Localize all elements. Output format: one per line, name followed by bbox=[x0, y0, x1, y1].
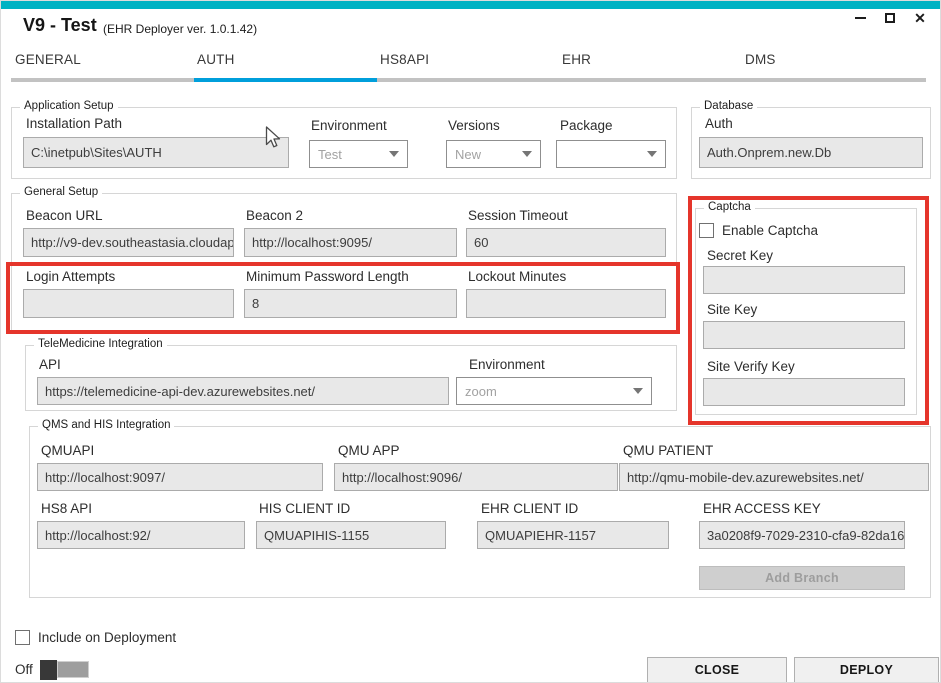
login-attempts-label: Login Attempts bbox=[26, 269, 115, 284]
beacon-url-field[interactable]: http://v9-dev.southeastasia.cloudapp. bbox=[23, 228, 234, 257]
telemedicine-group-title: TeleMedicine Integration bbox=[34, 338, 167, 350]
tab-auth[interactable]: AUTH bbox=[197, 52, 235, 67]
close-button[interactable]: ✕ bbox=[910, 8, 930, 28]
beacon-2-field[interactable]: http://localhost:9095/ bbox=[244, 228, 457, 257]
qmuapi-label: QMUAPI bbox=[41, 443, 94, 458]
database-group-title: Database bbox=[700, 100, 757, 112]
tab-dms[interactable]: DMS bbox=[745, 52, 776, 67]
window-subtitle: (EHR Deployer ver. 1.0.1.42) bbox=[103, 22, 257, 36]
minimum-password-length-label: Minimum Password Length bbox=[246, 269, 409, 284]
site-key-field[interactable] bbox=[703, 321, 905, 349]
beacon-2-label: Beacon 2 bbox=[246, 208, 303, 223]
installation-path-field[interactable]: C:\inetpub\Sites\AUTH bbox=[23, 137, 289, 168]
versions-dropdown-value: New bbox=[455, 147, 481, 162]
qmu-patient-field[interactable]: http://qmu-mobile-dev.azurewebsites.net/ bbox=[619, 463, 929, 491]
general-setup-group-title: General Setup bbox=[20, 186, 102, 198]
application-setup-group-title: Application Setup bbox=[20, 100, 118, 112]
environment-label: Environment bbox=[311, 118, 387, 133]
close-icon: ✕ bbox=[914, 11, 926, 25]
ehr-access-key-field[interactable]: 3a0208f9-7029-2310-cfa9-82da16400cf bbox=[699, 521, 905, 549]
qms-his-group-title: QMS and HIS Integration bbox=[38, 419, 174, 431]
hs8-api-label: HS8 API bbox=[41, 501, 92, 516]
environment-dropdown[interactable]: Test bbox=[309, 140, 408, 168]
enable-captcha-checkbox[interactable]: Enable Captcha bbox=[699, 223, 818, 238]
tab-hs8api[interactable]: HS8API bbox=[380, 52, 429, 67]
qmu-app-field[interactable]: http://localhost:9096/ bbox=[334, 463, 618, 491]
package-label: Package bbox=[560, 118, 613, 133]
minimize-icon bbox=[855, 17, 866, 19]
site-verify-key-field[interactable] bbox=[703, 378, 905, 406]
maximize-button[interactable] bbox=[880, 8, 900, 28]
his-client-id-field[interactable]: QMUAPIHIS-1155 bbox=[256, 521, 446, 549]
checkbox-icon bbox=[699, 223, 714, 238]
ehr-access-key-label: EHR ACCESS KEY bbox=[703, 501, 821, 516]
tab-ehr[interactable]: EHR bbox=[562, 52, 591, 67]
maximize-icon bbox=[885, 13, 895, 23]
active-tab-indicator bbox=[194, 78, 377, 82]
chevron-down-icon bbox=[647, 151, 657, 157]
chevron-down-icon bbox=[522, 151, 532, 157]
app-window: V9 - Test (EHR Deployer ver. 1.0.1.42) ✕… bbox=[0, 0, 941, 683]
window-title: V9 - Test bbox=[23, 15, 97, 36]
minimize-button[interactable] bbox=[850, 8, 870, 28]
enable-captcha-label: Enable Captcha bbox=[722, 223, 818, 238]
close-action-button[interactable]: CLOSE bbox=[647, 657, 787, 683]
checkbox-icon bbox=[15, 630, 30, 645]
site-verify-key-label: Site Verify Key bbox=[707, 359, 795, 374]
captcha-group-title: Captcha bbox=[704, 201, 755, 213]
database-auth-field[interactable]: Auth.Onprem.new.Db bbox=[699, 137, 923, 168]
package-dropdown[interactable] bbox=[556, 140, 666, 168]
beacon-url-label: Beacon URL bbox=[26, 208, 103, 223]
chevron-down-icon bbox=[633, 388, 643, 394]
telemedicine-api-field[interactable]: https://telemedicine-api-dev.azurewebsit… bbox=[37, 377, 449, 405]
hs8-api-field[interactable]: http://localhost:92/ bbox=[37, 521, 245, 549]
titlebar-accent bbox=[1, 1, 941, 9]
qmu-app-label: QMU APP bbox=[338, 443, 400, 458]
window-controls: ✕ bbox=[850, 8, 930, 28]
include-on-deployment-checkbox[interactable]: Include on Deployment bbox=[15, 630, 176, 645]
lockout-minutes-field[interactable] bbox=[466, 289, 666, 318]
versions-label: Versions bbox=[448, 118, 500, 133]
environment-dropdown-value: Test bbox=[318, 147, 342, 162]
tab-general[interactable]: GENERAL bbox=[15, 52, 81, 67]
versions-dropdown[interactable]: New bbox=[446, 140, 541, 168]
session-timeout-label: Session Timeout bbox=[468, 208, 568, 223]
site-key-label: Site Key bbox=[707, 302, 757, 317]
telemedicine-api-label: API bbox=[39, 357, 61, 372]
ehr-client-id-label: EHR CLIENT ID bbox=[481, 501, 578, 516]
toggle-track bbox=[57, 661, 89, 678]
add-branch-button[interactable]: Add Branch bbox=[699, 566, 905, 590]
session-timeout-field[interactable]: 60 bbox=[466, 228, 666, 257]
chevron-down-icon bbox=[389, 151, 399, 157]
toggle-knob[interactable] bbox=[40, 660, 57, 680]
database-auth-label: Auth bbox=[705, 116, 733, 131]
installation-path-label: Installation Path bbox=[26, 116, 122, 131]
tab-strip-divider bbox=[11, 78, 926, 82]
deploy-button[interactable]: DEPLOY bbox=[794, 657, 939, 683]
telemedicine-environment-label: Environment bbox=[469, 357, 545, 372]
his-client-id-label: HIS CLIENT ID bbox=[259, 501, 350, 516]
ehr-client-id-field[interactable]: QMUAPIEHR-1157 bbox=[477, 521, 669, 549]
qmu-patient-label: QMU PATIENT bbox=[623, 443, 713, 458]
telemedicine-environment-value: zoom bbox=[465, 384, 497, 399]
minimum-password-length-field[interactable]: 8 bbox=[244, 289, 457, 318]
include-on-deployment-label: Include on Deployment bbox=[38, 630, 176, 645]
qmuapi-field[interactable]: http://localhost:9097/ bbox=[37, 463, 323, 491]
toggle-off-label: Off bbox=[15, 662, 33, 677]
secret-key-field[interactable] bbox=[703, 266, 905, 294]
secret-key-label: Secret Key bbox=[707, 248, 773, 263]
lockout-minutes-label: Lockout Minutes bbox=[468, 269, 566, 284]
off-toggle-switch[interactable] bbox=[40, 660, 90, 680]
telemedicine-environment-dropdown[interactable]: zoom bbox=[456, 377, 652, 405]
login-attempts-field[interactable] bbox=[23, 289, 234, 318]
